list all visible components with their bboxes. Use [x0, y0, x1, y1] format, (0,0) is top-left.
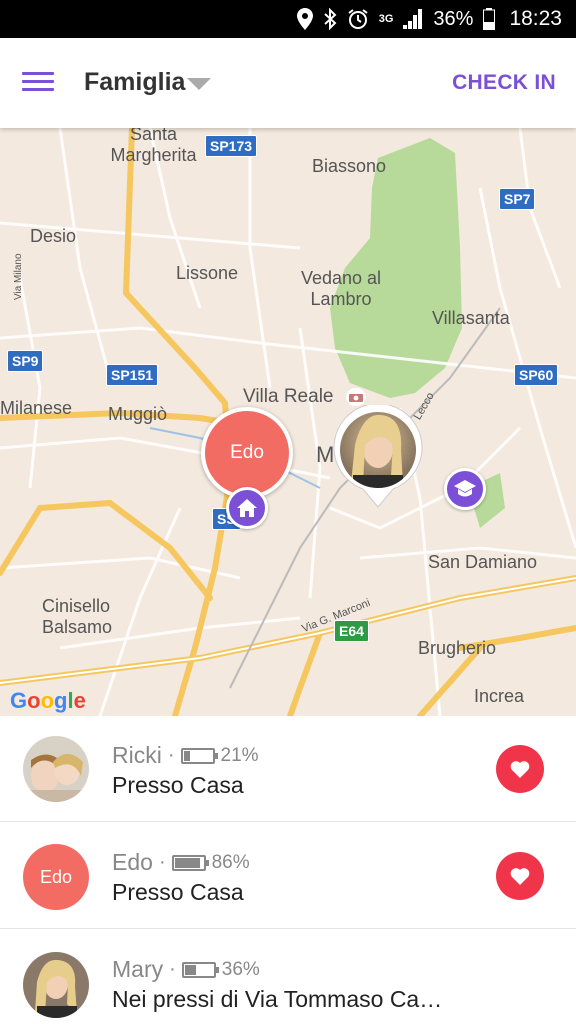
place-label: Biassono: [312, 156, 387, 176]
clock: 18:23: [509, 7, 562, 30]
place-label: M: [316, 442, 335, 467]
battery-icon: [180, 747, 218, 764]
battery-level: 36%: [221, 958, 260, 980]
place-label: Cinisello Balsamo: [42, 596, 113, 637]
road-shield: SP7: [499, 188, 536, 210]
road-shield: SP60: [514, 364, 559, 386]
heart-icon: [510, 868, 530, 885]
bluetooth-icon: [323, 8, 337, 30]
member-name-line: Mary · 36%: [112, 956, 260, 982]
dropdown-caret-icon: [187, 77, 212, 90]
school-icon[interactable]: [444, 468, 486, 510]
battery-level: 21%: [220, 744, 259, 766]
place-label: Lissone: [176, 263, 239, 283]
battery-icon: [171, 854, 209, 871]
member-name-line: Ricki · 21%: [112, 742, 259, 768]
check-in-button[interactable]: CHECK IN: [452, 71, 556, 95]
road-shield: SP9: [7, 350, 44, 372]
edo-map-pin[interactable]: Edo: [201, 407, 293, 499]
member-row-ricki[interactable]: Ricki · 21% Presso Casa: [0, 716, 576, 822]
avatar: [23, 736, 89, 802]
status-bar: 3G 36% 18:23: [0, 0, 576, 38]
heart-button[interactable]: [496, 852, 544, 900]
signal-icon: [403, 8, 423, 30]
member-name: Mary: [112, 956, 164, 982]
road-shield: E64: [334, 620, 369, 642]
place-label: Brugherio: [418, 638, 497, 658]
place-label: Muggiò: [108, 404, 168, 424]
member-row-mary[interactable]: Mary · 36% Nei pressi di Via Tommaso Ca…: [0, 930, 576, 1024]
app-bar: Famiglia CHECK IN: [0, 38, 576, 128]
road-shield: SP173: [205, 135, 258, 157]
place-label: Santa Margherita: [110, 128, 197, 165]
member-status: Nei pressi di Via Tommaso Ca…: [112, 986, 443, 1012]
place-label: Milanese: [0, 398, 73, 418]
alarm-icon: [347, 8, 369, 30]
heart-icon: [510, 761, 530, 778]
place-label: Vedano al Lambro: [300, 268, 382, 309]
member-name: Edo: [112, 849, 153, 875]
mary-map-pin[interactable]: [333, 403, 423, 509]
place-label: Desio: [30, 226, 77, 246]
place-label: Increa: [474, 686, 525, 706]
menu-icon[interactable]: [22, 70, 54, 94]
member-list: Ricki · 21% Presso Casa Edo Edo · 86% Pr…: [0, 716, 576, 1024]
avatar: [23, 952, 89, 1018]
battery-icon: [483, 8, 496, 30]
road-shield: SP151: [106, 364, 159, 386]
poi-camera-icon[interactable]: [346, 388, 366, 406]
group-selector[interactable]: Famiglia: [84, 68, 212, 97]
battery-percent: 36%: [433, 7, 474, 30]
battery-icon: [181, 961, 219, 978]
member-row-edo[interactable]: Edo Edo · 86% Presso Casa: [0, 823, 576, 929]
avatar: Edo: [23, 844, 89, 910]
member-status: Presso Casa: [112, 772, 244, 798]
street-label: Via Milano: [13, 253, 24, 300]
map-view[interactable]: Santa Margherita Biassono Desio Lissone …: [0, 128, 576, 716]
member-name: Ricki: [112, 742, 162, 768]
google-logo: Google: [10, 688, 86, 713]
heart-button[interactable]: [496, 745, 544, 793]
place-label: San Damiano: [428, 552, 538, 572]
home-icon[interactable]: [226, 487, 268, 529]
network-type-label: 3G: [378, 13, 394, 25]
battery-level: 86%: [211, 851, 250, 873]
group-name: Famiglia: [84, 68, 186, 96]
place-label: Villasanta: [432, 308, 510, 328]
member-status: Presso Casa: [112, 879, 244, 905]
place-label: Villa Reale: [243, 386, 334, 407]
location-icon: [296, 8, 313, 30]
member-name-line: Edo · 86%: [112, 849, 250, 875]
